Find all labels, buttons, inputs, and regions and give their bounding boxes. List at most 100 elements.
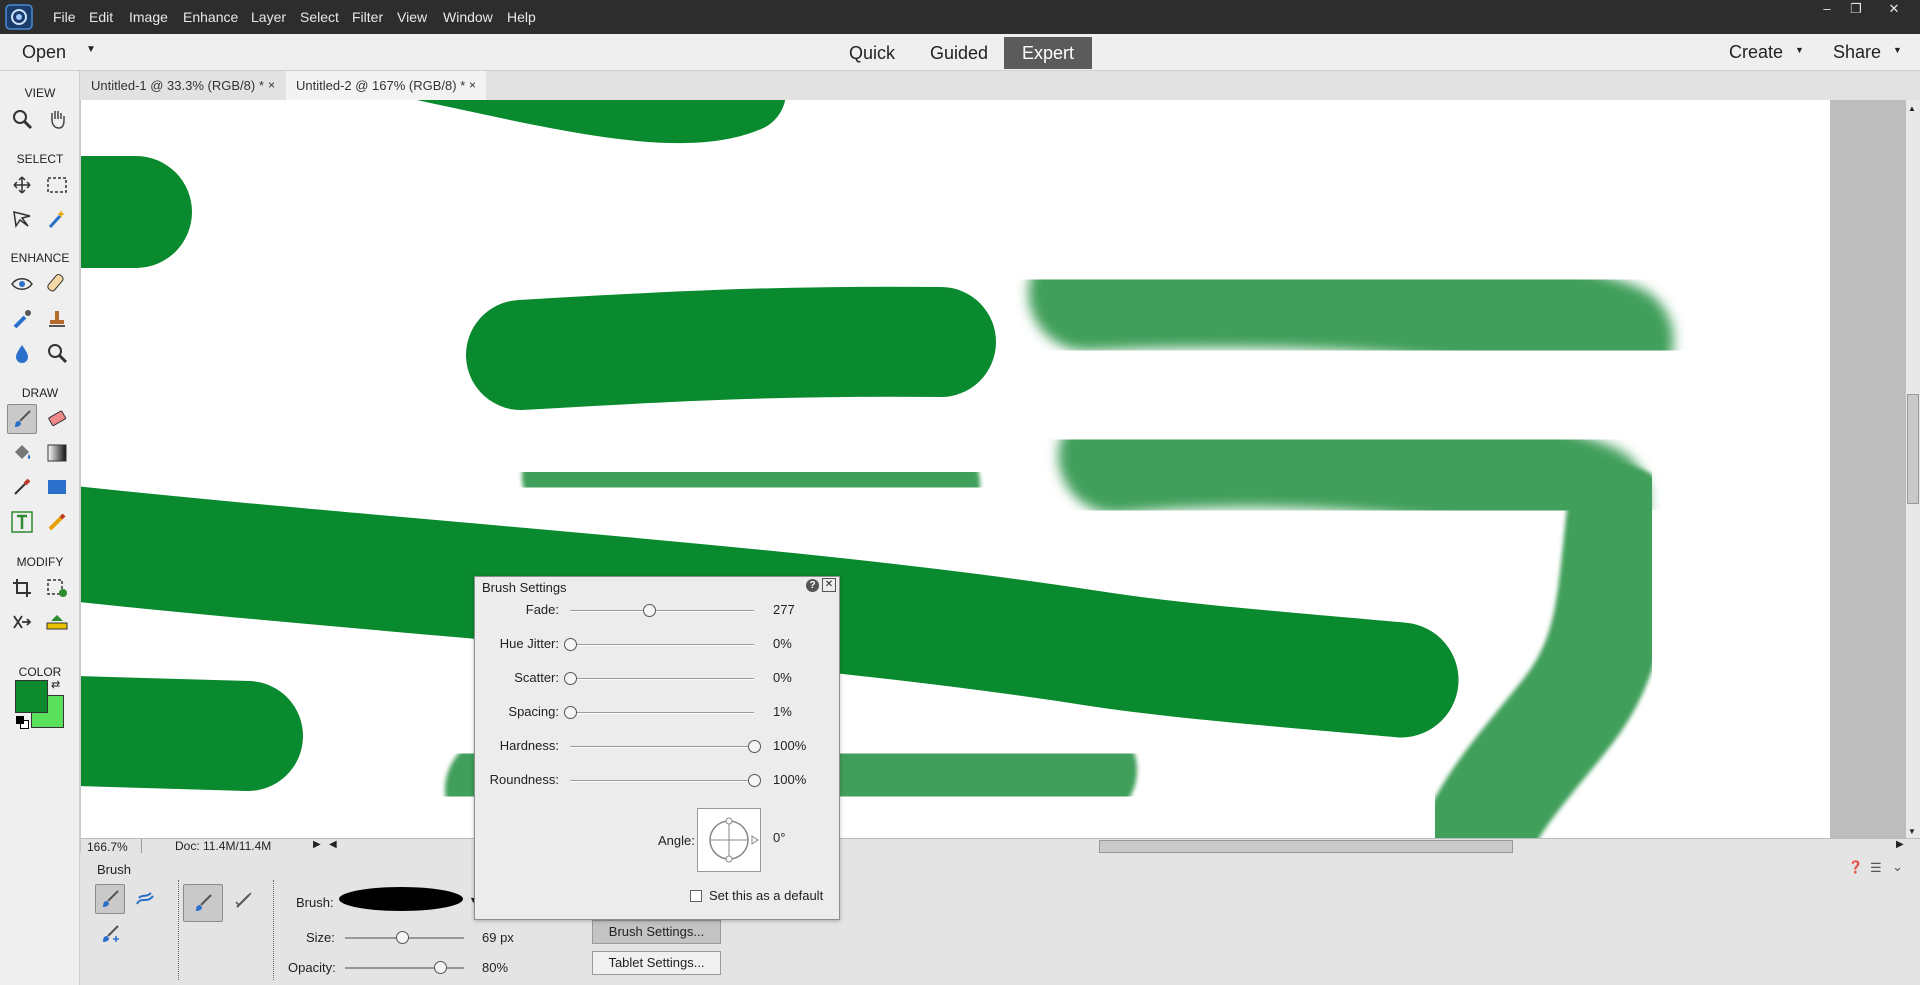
menu-filter[interactable]: Filter	[352, 9, 383, 25]
status-menu-icon[interactable]: ▶	[313, 839, 321, 850]
hand-icon[interactable]	[42, 104, 72, 134]
eyedropper-icon[interactable]	[7, 472, 37, 502]
tablet-settings-button[interactable]: Tablet Settings...	[592, 951, 721, 975]
content-aware-move-icon[interactable]	[7, 607, 37, 637]
menu-window[interactable]: Window	[443, 9, 493, 25]
angle-roundness-widget[interactable]	[697, 808, 761, 872]
roundness-slider-knob[interactable]	[748, 774, 761, 787]
straighten-icon[interactable]	[42, 607, 72, 637]
spot-healing-icon[interactable]	[42, 269, 72, 299]
dialog-help-icon[interactable]: ?	[806, 579, 819, 592]
move-icon[interactable]	[7, 170, 37, 200]
collapse-icon[interactable]: ⌄	[1892, 859, 1903, 875]
share-dropdown-icon[interactable]: ▼	[1893, 45, 1902, 55]
create-dropdown-icon[interactable]: ▼	[1795, 45, 1804, 55]
brush-preview[interactable]	[338, 883, 464, 915]
image-canvas[interactable]	[81, 100, 1830, 838]
share-button[interactable]: Share	[1833, 42, 1881, 63]
menu-layer[interactable]: Layer	[251, 9, 286, 25]
blur-icon[interactable]	[7, 338, 37, 368]
scroll-down-icon[interactable]: ▼	[1908, 827, 1916, 836]
brush-settings-button[interactable]: Brush Settings...	[592, 920, 721, 944]
swap-colors-icon[interactable]: ⇄	[51, 678, 60, 691]
app-logo-icon[interactable]	[5, 4, 33, 30]
gradient-icon[interactable]	[42, 438, 72, 468]
scroll-left-icon[interactable]: ◀	[329, 839, 337, 850]
paint-bucket-icon[interactable]	[7, 438, 37, 468]
lasso-icon[interactable]	[7, 204, 37, 234]
tab-close-icon[interactable]: ×	[268, 71, 275, 100]
hue-jitter-value[interactable]: 0%	[773, 636, 792, 651]
marquee-icon[interactable]	[42, 170, 72, 200]
horizontal-scroll-thumb[interactable]	[1099, 840, 1513, 853]
hardness-slider-knob[interactable]	[748, 740, 761, 753]
scroll-up-icon[interactable]: ▲	[1908, 104, 1916, 113]
vertical-scrollbar[interactable]: ▲ ▼	[1906, 100, 1920, 840]
smart-brush-icon[interactable]	[7, 304, 37, 334]
fade-slider-track[interactable]	[570, 610, 754, 612]
create-button[interactable]: Create	[1729, 42, 1783, 63]
eraser-icon[interactable]	[42, 404, 72, 434]
roundness-value[interactable]: 100%	[773, 772, 806, 787]
opacity-value[interactable]: 80%	[482, 960, 508, 975]
zoom-icon[interactable]	[7, 104, 37, 134]
size-slider-knob[interactable]	[396, 931, 410, 944]
open-dropdown-icon[interactable]: ▼	[86, 44, 96, 55]
tab-untitled-1[interactable]: Untitled-1 @ 33.3% (RGB/8) *	[81, 71, 283, 100]
tab-close-icon[interactable]: ×	[469, 71, 476, 100]
restore-button[interactable]: ❐	[1842, 0, 1870, 18]
menu-help[interactable]: Help	[507, 9, 536, 25]
roundness-slider-track[interactable]	[570, 780, 754, 782]
close-window-button[interactable]: ✕	[1880, 0, 1908, 18]
hue-jitter-slider-knob[interactable]	[564, 638, 577, 651]
shape-icon[interactable]	[42, 472, 72, 502]
menu-enhance[interactable]: Enhance	[183, 9, 238, 25]
scroll-right-icon[interactable]: ▶	[1896, 839, 1904, 850]
scatter-value[interactable]: 0%	[773, 670, 792, 685]
hardness-value[interactable]: 100%	[773, 738, 806, 753]
hardness-slider-track[interactable]	[570, 746, 754, 748]
sponge-icon[interactable]	[42, 338, 72, 368]
panel-menu-icon[interactable]: ☰	[1870, 860, 1882, 876]
tab-untitled-2[interactable]: Untitled-2 @ 167% (RGB/8) *	[286, 71, 486, 100]
default-colors-icon[interactable]	[16, 716, 30, 730]
impressionist-brush-icon[interactable]	[130, 884, 160, 914]
set-default-checkbox[interactable]	[690, 890, 702, 902]
recompose-icon[interactable]	[42, 573, 72, 603]
pencil-icon[interactable]	[42, 507, 72, 537]
brush-mode-icon[interactable]	[95, 884, 125, 914]
angle-value[interactable]: 0°	[773, 830, 785, 845]
spacing-slider-track[interactable]	[570, 712, 754, 714]
scatter-slider-knob[interactable]	[564, 672, 577, 685]
magic-wand-icon[interactable]	[42, 204, 72, 234]
menu-image[interactable]: Image	[129, 9, 168, 25]
fade-value[interactable]: 277	[773, 602, 795, 617]
size-value[interactable]: 69 px	[482, 930, 514, 945]
color-replacement-icon[interactable]	[95, 919, 125, 949]
mode-guided[interactable]: Guided	[921, 37, 997, 69]
help-icon[interactable]: ❓	[1848, 860, 1863, 874]
brush-icon[interactable]	[7, 404, 37, 434]
foreground-color-swatch[interactable]	[15, 680, 48, 713]
minimize-button[interactable]: –	[1813, 0, 1841, 18]
menu-select[interactable]: Select	[300, 9, 339, 25]
clone-stamp-icon[interactable]	[42, 304, 72, 334]
dialog-close-icon[interactable]: ✕	[822, 578, 836, 592]
vertical-scroll-thumb[interactable]	[1907, 394, 1919, 504]
brush-preset-icon[interactable]	[183, 884, 223, 922]
spacing-slider-knob[interactable]	[564, 706, 577, 719]
zoom-level[interactable]: 166.7%	[87, 840, 128, 854]
mode-expert[interactable]: Expert	[1004, 37, 1092, 69]
red-eye-icon[interactable]	[7, 269, 37, 299]
mode-quick[interactable]: Quick	[836, 37, 908, 69]
fade-slider-knob[interactable]	[643, 604, 657, 617]
crop-icon[interactable]	[7, 573, 37, 603]
opacity-slider-knob[interactable]	[434, 961, 448, 974]
scatter-slider-track[interactable]	[570, 678, 754, 680]
menu-edit[interactable]: Edit	[89, 9, 113, 25]
menu-view[interactable]: View	[397, 9, 427, 25]
hue-jitter-slider-track[interactable]	[570, 644, 754, 646]
open-button[interactable]: Open	[22, 42, 66, 63]
type-icon[interactable]	[7, 507, 37, 537]
menu-file[interactable]: File	[53, 9, 76, 25]
